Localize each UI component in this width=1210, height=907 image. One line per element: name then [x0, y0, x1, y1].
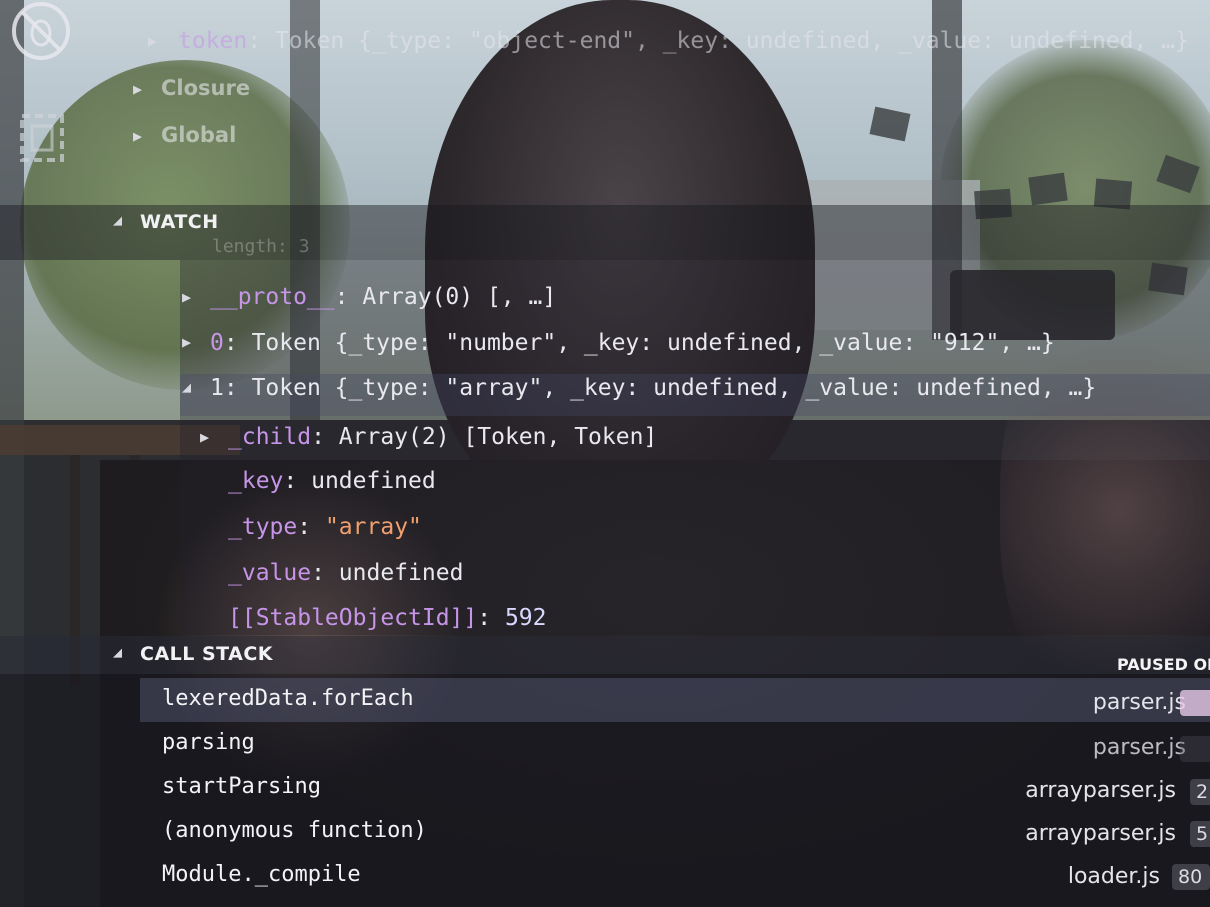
frame-file: arrayparser.js [1025, 821, 1176, 846]
frame-line: 5 [1190, 821, 1210, 847]
watch-header[interactable]: WATCH [140, 211, 219, 233]
frame-line: 2 [1190, 779, 1210, 805]
prop-value[interactable]: _value: undefined [228, 560, 463, 586]
prop-stable-object-id[interactable]: [[StableObjectId]]: 592 [228, 605, 547, 631]
expand-arrow-icon[interactable]: ▶ [182, 333, 191, 351]
frame-function: startParsing [162, 774, 321, 799]
frame-function: parsing [162, 730, 255, 755]
watch-item-1[interactable]: 1: Token {_type: "array", _key: undefine… [210, 375, 1096, 401]
prop-key[interactable]: _key: undefined [228, 468, 436, 494]
frame-function: lexeredData.forEach [162, 686, 414, 711]
prop-type[interactable]: _type: "array" [228, 514, 422, 540]
frame-function: Module._compile [162, 862, 361, 887]
watch-length-row: length: 3 [212, 236, 310, 257]
bug-disabled-icon[interactable] [10, 0, 72, 66]
frame-line [1180, 736, 1210, 762]
expand-arrow-icon[interactable]: ▶ [200, 428, 209, 446]
expand-arrow-icon[interactable]: ▶ [148, 32, 157, 50]
expand-arrow-icon[interactable]: ▶ [133, 127, 142, 145]
expand-arrow-icon[interactable]: ▶ [182, 288, 191, 306]
watch-proto-row[interactable]: __proto__: Array(0) [, …] [210, 284, 556, 310]
watch-item-0[interactable]: 0: Token {_type: "number", _key: undefin… [210, 330, 1055, 356]
frame-file: parser.js [1092, 690, 1186, 715]
scope-global[interactable]: Global [161, 123, 236, 147]
frame-line [1180, 690, 1210, 716]
frame-line: 80 [1172, 864, 1210, 890]
call-stack-header[interactable]: CALL STACK [140, 643, 273, 665]
paused-status: PAUSED OI [1117, 655, 1210, 674]
frame-file: parser.js [1092, 735, 1186, 760]
collapse-arrow-icon[interactable]: ◢ [113, 211, 122, 229]
layout-icon[interactable] [18, 112, 66, 168]
frame-file: loader.js [1067, 864, 1160, 889]
prop-child[interactable]: _child: Array(2) [Token, Token] [228, 424, 657, 450]
scope-closure[interactable]: Closure [161, 76, 250, 100]
collapse-arrow-icon[interactable]: ◢ [182, 378, 191, 396]
variable-row-token[interactable]: token: Token {_type: "object-end", _key:… [178, 28, 1189, 54]
collapse-arrow-icon[interactable]: ◢ [113, 643, 122, 661]
frame-function: (anonymous function) [162, 818, 427, 843]
debugger-panel: ▶ token: Token {_type: "object-end", _ke… [0, 0, 1210, 907]
frame-file: arrayparser.js [1025, 778, 1176, 803]
expand-arrow-icon[interactable]: ▶ [133, 80, 142, 98]
